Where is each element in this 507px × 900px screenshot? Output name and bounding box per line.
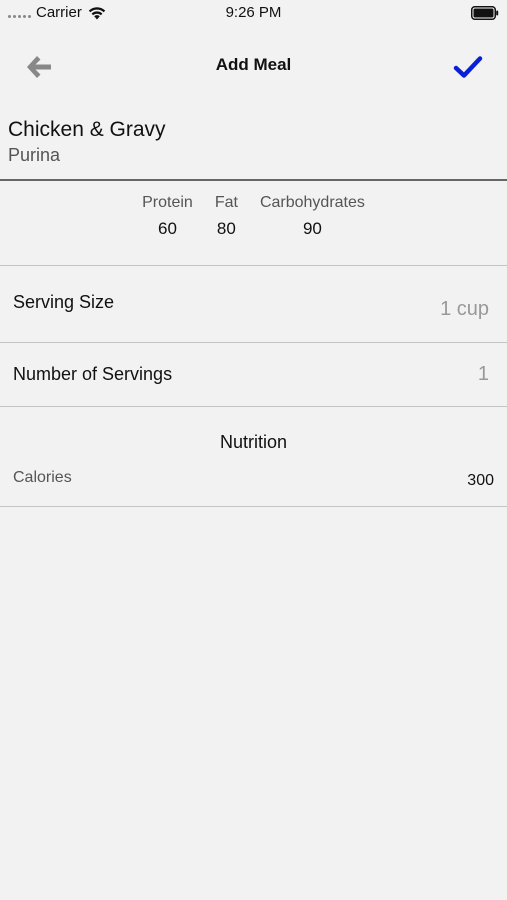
battery-icon — [471, 6, 499, 20]
serving-size-label: Serving Size — [13, 292, 115, 312]
servings-label: Number of Servings — [13, 364, 173, 384]
status-time: 9:26 PM — [225, 4, 282, 21]
macro-label: Protein — [142, 194, 193, 211]
serving-size-value[interactable]: 1 cup — [440, 298, 489, 321]
page-title: Add Meal — [215, 55, 292, 74]
macro-value: 60 — [158, 219, 177, 238]
divider — [0, 506, 507, 507]
macro-label: Carbohydrates — [259, 194, 365, 211]
divider — [0, 406, 507, 407]
status-bar: Carrier 9:26 PM — [0, 0, 507, 28]
macro-value: 80 — [216, 219, 236, 238]
checkmark-icon — [453, 56, 483, 78]
number-of-servings-row[interactable]: Number of Servings 1 — [0, 343, 507, 406]
macro-carbohydrates: Carbohydrates 90 — [260, 192, 365, 242]
macro-value: 90 — [302, 219, 322, 238]
nav-bar: Add Meal — [0, 40, 507, 94]
nutrition-title: Nutrition — [219, 432, 288, 452]
macro-fat: Fat 80 — [215, 192, 238, 242]
food-header: Chicken & Gravy Purina — [8, 116, 166, 166]
food-name: Chicken & Gravy — [8, 118, 166, 141]
header-divider — [0, 179, 507, 181]
food-brand: Purina — [8, 145, 61, 165]
add-meal-screen: Carrier 9:26 PM Add Meal Chicken & Gravy… — [0, 0, 507, 900]
calories-value: 300 — [467, 472, 494, 489]
macros-summary: Protein 60 Fat 80 Carbohydrates 90 — [0, 192, 507, 242]
save-button[interactable] — [451, 50, 485, 84]
serving-size-row[interactable]: Serving Size 1 cup — [0, 266, 507, 342]
macro-protein: Protein 60 — [142, 192, 193, 242]
calories-label: Calories — [13, 469, 72, 486]
macro-label: Fat — [214, 194, 238, 211]
servings-value[interactable]: 1 — [478, 363, 489, 386]
